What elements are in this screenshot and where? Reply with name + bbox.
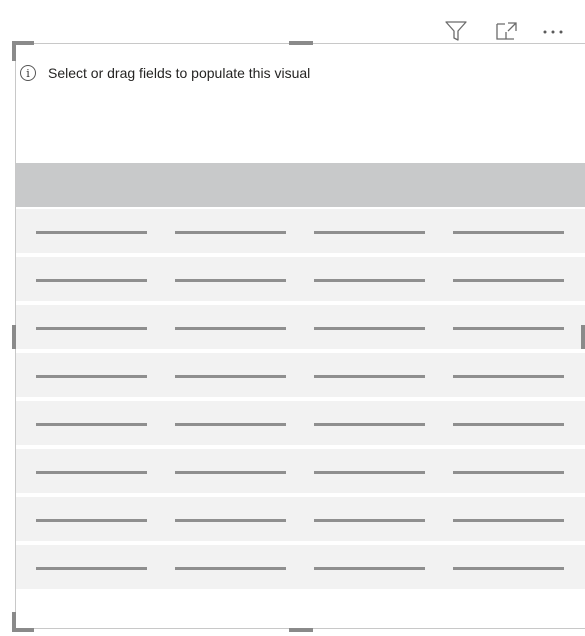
- table-cell-placeholder: [453, 423, 564, 426]
- resize-handle-top[interactable]: [289, 41, 313, 45]
- table-cell-placeholder: [36, 279, 147, 282]
- table-row-placeholder: [16, 545, 585, 589]
- table-cell-placeholder: [36, 375, 147, 378]
- table-cell-placeholder: [175, 471, 286, 474]
- focus-mode-icon[interactable]: [494, 20, 520, 42]
- table-cell-placeholder: [453, 279, 564, 282]
- table-cell-placeholder: [175, 567, 286, 570]
- table-cell-placeholder: [36, 231, 147, 234]
- table-cell-placeholder: [453, 327, 564, 330]
- table-cell-placeholder: [175, 231, 286, 234]
- table-cell-placeholder: [314, 519, 425, 522]
- table-cell-placeholder: [453, 231, 564, 234]
- info-icon: i: [20, 65, 36, 81]
- table-cell-placeholder: [175, 327, 286, 330]
- resize-handle-bottom-left[interactable]: [12, 628, 34, 632]
- table-cell-placeholder: [453, 375, 564, 378]
- filter-icon[interactable]: [443, 20, 469, 42]
- table-cell-placeholder: [453, 471, 564, 474]
- table-cell-placeholder: [453, 567, 564, 570]
- table-cell-placeholder: [175, 519, 286, 522]
- table-cell-placeholder: [36, 567, 147, 570]
- table-cell-placeholder: [314, 231, 425, 234]
- table-header-placeholder: [16, 163, 585, 207]
- table-cell-placeholder: [314, 567, 425, 570]
- table-row-placeholder: [16, 353, 585, 397]
- table-cell-placeholder: [314, 327, 425, 330]
- placeholder-message: i Select or drag fields to populate this…: [20, 62, 310, 84]
- table-cell-placeholder: [175, 423, 286, 426]
- resize-handle-top-left[interactable]: [12, 41, 16, 61]
- visual-header-toolbar: [0, 0, 585, 44]
- resize-handle-left[interactable]: [12, 325, 16, 349]
- table-cell-placeholder: [314, 423, 425, 426]
- resize-handle-bottom[interactable]: [289, 628, 313, 632]
- table-row-placeholder: [16, 401, 585, 445]
- placeholder-message-text: Select or drag fields to populate this v…: [48, 65, 311, 81]
- table-row-placeholder: [16, 257, 585, 301]
- table-cell-placeholder: [36, 423, 147, 426]
- table-cell-placeholder: [36, 327, 147, 330]
- table-cell-placeholder: [175, 375, 286, 378]
- table-cell-placeholder: [314, 375, 425, 378]
- table-cell-placeholder: [314, 279, 425, 282]
- table-row-placeholder: [16, 449, 585, 493]
- table-cell-placeholder: [314, 471, 425, 474]
- more-options-icon[interactable]: [541, 20, 585, 42]
- table-cell-placeholder: [175, 279, 286, 282]
- table-row-placeholder: [16, 209, 585, 253]
- resize-handle-right[interactable]: [581, 325, 585, 349]
- table-cell-placeholder: [36, 471, 147, 474]
- table-row-placeholder: [16, 305, 585, 349]
- table-cell-placeholder: [453, 519, 564, 522]
- table-cell-placeholder: [36, 519, 147, 522]
- table-row-placeholder: [16, 497, 585, 541]
